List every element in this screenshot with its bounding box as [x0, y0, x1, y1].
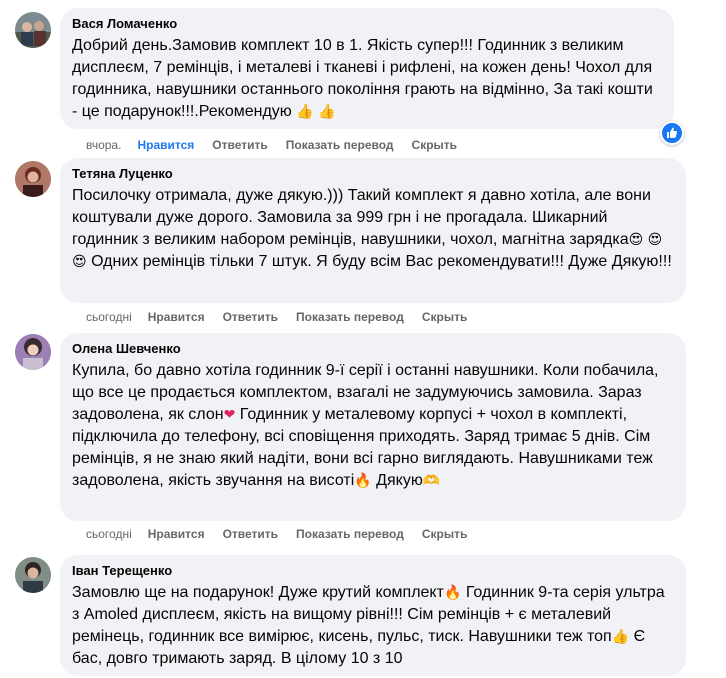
comment-text-body: Добрий день.Замовив комплект 10 в 1. Які… — [72, 37, 653, 120]
thumbs-up-emoji: 👍 👍 — [296, 104, 336, 120]
fire-emoji: 🔥 — [354, 473, 372, 489]
like-reaction-icon[interactable] — [660, 121, 684, 145]
hide-button[interactable]: Скрыть — [422, 309, 468, 325]
comment-bubble: Вася Ломаченко Добрий день.Замовив компл… — [60, 8, 674, 129]
thumbs-up-emoji: 👍 — [611, 629, 630, 645]
avatar-photo-icon — [15, 12, 51, 48]
avatar-photo-icon — [15, 161, 51, 197]
comment-actions: сьогодні Нравится Ответить Показать пере… — [86, 309, 485, 325]
red-heart-emoji: ❤ — [223, 407, 236, 423]
comment-time[interactable]: сьогодні — [86, 526, 132, 542]
comment-text-body: Замовлю ще на подарунок! Дуже крутий ком… — [72, 584, 444, 601]
avatar-photo-icon — [15, 557, 51, 593]
comment-text-body: Одних ремінців тільки 7 штук. Я буду всі… — [91, 253, 672, 270]
thumbs-up-icon — [667, 127, 678, 138]
comment-author[interactable]: Тетяна Луценко — [72, 166, 674, 182]
comment-actions: сьогодні Нравится Ответить Показать пере… — [86, 526, 485, 542]
comment-actions: вчора. Нравится Ответить Показать перево… — [86, 137, 475, 153]
reply-button[interactable]: Ответить — [223, 309, 278, 325]
avatar[interactable] — [15, 12, 51, 48]
comment-text: Посилочку отримала, дуже дякую.))) Такий… — [72, 185, 674, 273]
reply-button[interactable]: Ответить — [223, 526, 278, 542]
comment-text: Добрий день.Замовив комплект 10 в 1. Які… — [72, 35, 662, 123]
comment-time[interactable]: сьогодні — [86, 309, 132, 325]
like-button[interactable]: Нравится — [137, 137, 194, 153]
comment-author[interactable]: Іван Терещенко — [72, 563, 674, 579]
comment-bubble: Іван Терещенко Замовлю ще на подарунок! … — [60, 555, 686, 676]
comment-text: Замовлю ще на подарунок! Дуже крутий ком… — [72, 582, 674, 670]
comment-author[interactable]: Олена Шевченко — [72, 341, 674, 357]
avatar[interactable] — [15, 557, 51, 593]
avatar-photo-icon — [15, 334, 51, 370]
comment-text-body: Дякую — [376, 472, 423, 489]
translate-button[interactable]: Показать перевод — [286, 137, 394, 153]
heart-hands-emoji: 🫶 — [422, 473, 441, 489]
avatar[interactable] — [15, 161, 51, 197]
hide-button[interactable]: Скрыть — [412, 137, 458, 153]
comment-author[interactable]: Вася Ломаченко — [72, 16, 662, 32]
hide-button[interactable]: Скрыть — [422, 526, 468, 542]
comment-bubble: Тетяна Луценко Посилочку отримала, дуже … — [60, 158, 686, 303]
like-button[interactable]: Нравится — [148, 309, 205, 325]
avatar[interactable] — [15, 334, 51, 370]
comment-bubble: Олена Шевченко Купила, бо давно хотіла г… — [60, 333, 686, 521]
like-button[interactable]: Нравится — [148, 526, 205, 542]
translate-button[interactable]: Показать перевод — [296, 526, 404, 542]
comment-time[interactable]: вчора. — [86, 137, 121, 153]
reply-button[interactable]: Ответить — [212, 137, 267, 153]
comment-text: Купила, бо давно хотіла годинник 9-ї сер… — [72, 360, 674, 492]
fire-emoji: 🔥 — [443, 585, 462, 601]
translate-button[interactable]: Показать перевод — [296, 309, 404, 325]
comment-text-body: Посилочку отримала, дуже дякую.))) Такий… — [72, 187, 651, 248]
